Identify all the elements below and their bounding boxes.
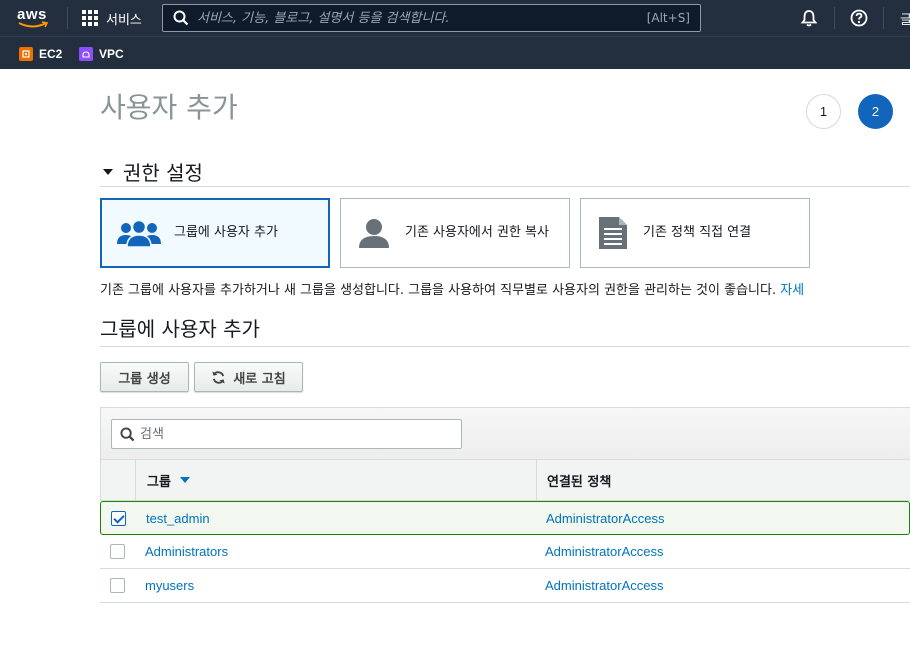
document-icon xyxy=(599,217,627,249)
grid-icon xyxy=(82,10,98,26)
group-name-link[interactable]: Administrators xyxy=(145,544,228,559)
wizard-step-1[interactable]: 1 xyxy=(806,94,841,129)
group-filter[interactable] xyxy=(111,419,462,449)
top-nav: aws 서비스 [Alt+S] 글 xyxy=(0,0,910,36)
table-row[interactable]: test_admin AdministratorAccess xyxy=(100,501,910,535)
help-icon[interactable] xyxy=(850,9,868,27)
page-title: 사용자 추가 xyxy=(100,91,238,124)
services-menu-button[interactable]: 서비스 xyxy=(82,8,142,28)
table-row[interactable]: Administrators AdministratorAccess xyxy=(100,535,910,569)
column-header-label: 연결된 정책 xyxy=(547,474,612,490)
option-label: 그룹에 사용자 추가 xyxy=(174,225,278,240)
global-search-input[interactable] xyxy=(197,10,647,26)
user-icon xyxy=(359,219,389,248)
table-row[interactable]: myusers AdministratorAccess xyxy=(100,569,910,603)
divider xyxy=(100,346,910,347)
column-separator xyxy=(135,460,136,500)
bell-icon[interactable] xyxy=(800,9,818,27)
favorites-bar: EC2 VPC xyxy=(0,36,910,69)
group-name-link[interactable]: test_admin xyxy=(146,511,210,526)
nav-divider xyxy=(67,7,68,29)
aws-logo[interactable]: aws xyxy=(16,6,52,30)
permissions-description: 기존 그룹에 사용자를 추가하거나 새 그룹을 생성합니다. 그룹을 사용하여 … xyxy=(100,279,804,298)
column-header-policy: 연결된 정책 xyxy=(547,460,611,500)
row-checkbox[interactable] xyxy=(110,544,125,559)
description-text: 기존 그룹에 사용자를 추가하거나 새 그룹을 생성합니다. 그룹을 사용하여 … xyxy=(100,283,777,298)
option-copy-permissions[interactable]: 기존 사용자에서 권한 복사 xyxy=(340,198,570,268)
permissions-section-toggle[interactable]: 권한 설정 xyxy=(103,157,203,186)
option-add-to-group[interactable]: 그룹에 사용자 추가 xyxy=(100,198,330,268)
global-search[interactable]: [Alt+S] xyxy=(162,4,701,32)
search-shortcut-hint: [Alt+S] xyxy=(646,11,690,25)
refresh-label: 새로 고침 xyxy=(233,371,286,387)
divider xyxy=(100,186,910,187)
column-separator xyxy=(536,460,537,500)
table-header: 그룹 연결된 정책 xyxy=(100,460,910,501)
groups-table: 그룹 연결된 정책 test_admin AdministratorAccess… xyxy=(100,407,910,603)
aws-smile-icon xyxy=(18,21,48,28)
group-filter-input[interactable] xyxy=(140,426,440,442)
favorite-label: EC2 xyxy=(39,47,63,61)
sort-desc-icon xyxy=(179,477,190,483)
create-group-label: 그룹 생성 xyxy=(118,371,171,387)
column-header-group[interactable]: 그룹 xyxy=(147,460,190,500)
option-label: 기존 정책 직접 연결 xyxy=(643,225,752,240)
favorite-vpc[interactable]: VPC xyxy=(79,46,124,62)
nav-divider xyxy=(883,7,884,29)
caret-down-icon xyxy=(103,168,113,175)
nav-divider xyxy=(834,7,835,29)
services-label: 서비스 xyxy=(106,12,142,28)
permissions-section-title: 권한 설정 xyxy=(123,161,203,185)
vpc-icon xyxy=(79,47,93,61)
option-attach-policies[interactable]: 기존 정책 직접 연결 xyxy=(580,198,810,268)
row-checkbox[interactable] xyxy=(111,511,126,526)
policy-link[interactable]: AdministratorAccess xyxy=(545,578,663,593)
favorite-ec2[interactable]: EC2 xyxy=(19,46,62,62)
refresh-button[interactable]: 새로 고침 xyxy=(194,362,303,392)
favorite-label: VPC xyxy=(99,47,124,61)
refresh-icon xyxy=(212,370,225,384)
policy-link[interactable]: AdministratorAccess xyxy=(546,511,664,526)
groups-section-title: 그룹에 사용자 추가 xyxy=(100,317,260,341)
search-icon xyxy=(120,426,135,441)
group-name-link[interactable]: myusers xyxy=(145,578,194,593)
table-filter-bar xyxy=(100,407,910,460)
ec2-icon xyxy=(19,47,33,61)
user-group-icon xyxy=(117,219,161,248)
wizard-step-2-active[interactable]: 2 xyxy=(858,94,893,129)
learn-more-link[interactable]: 자세 xyxy=(780,283,804,298)
create-group-button[interactable]: 그룹 생성 xyxy=(100,362,189,392)
search-icon xyxy=(173,10,189,26)
policy-link[interactable]: AdministratorAccess xyxy=(545,544,663,559)
column-header-label: 그룹 xyxy=(147,474,171,490)
account-menu-label[interactable]: 글 xyxy=(900,9,910,28)
row-checkbox[interactable] xyxy=(110,578,125,593)
option-label: 기존 사용자에서 권한 복사 xyxy=(405,225,549,240)
